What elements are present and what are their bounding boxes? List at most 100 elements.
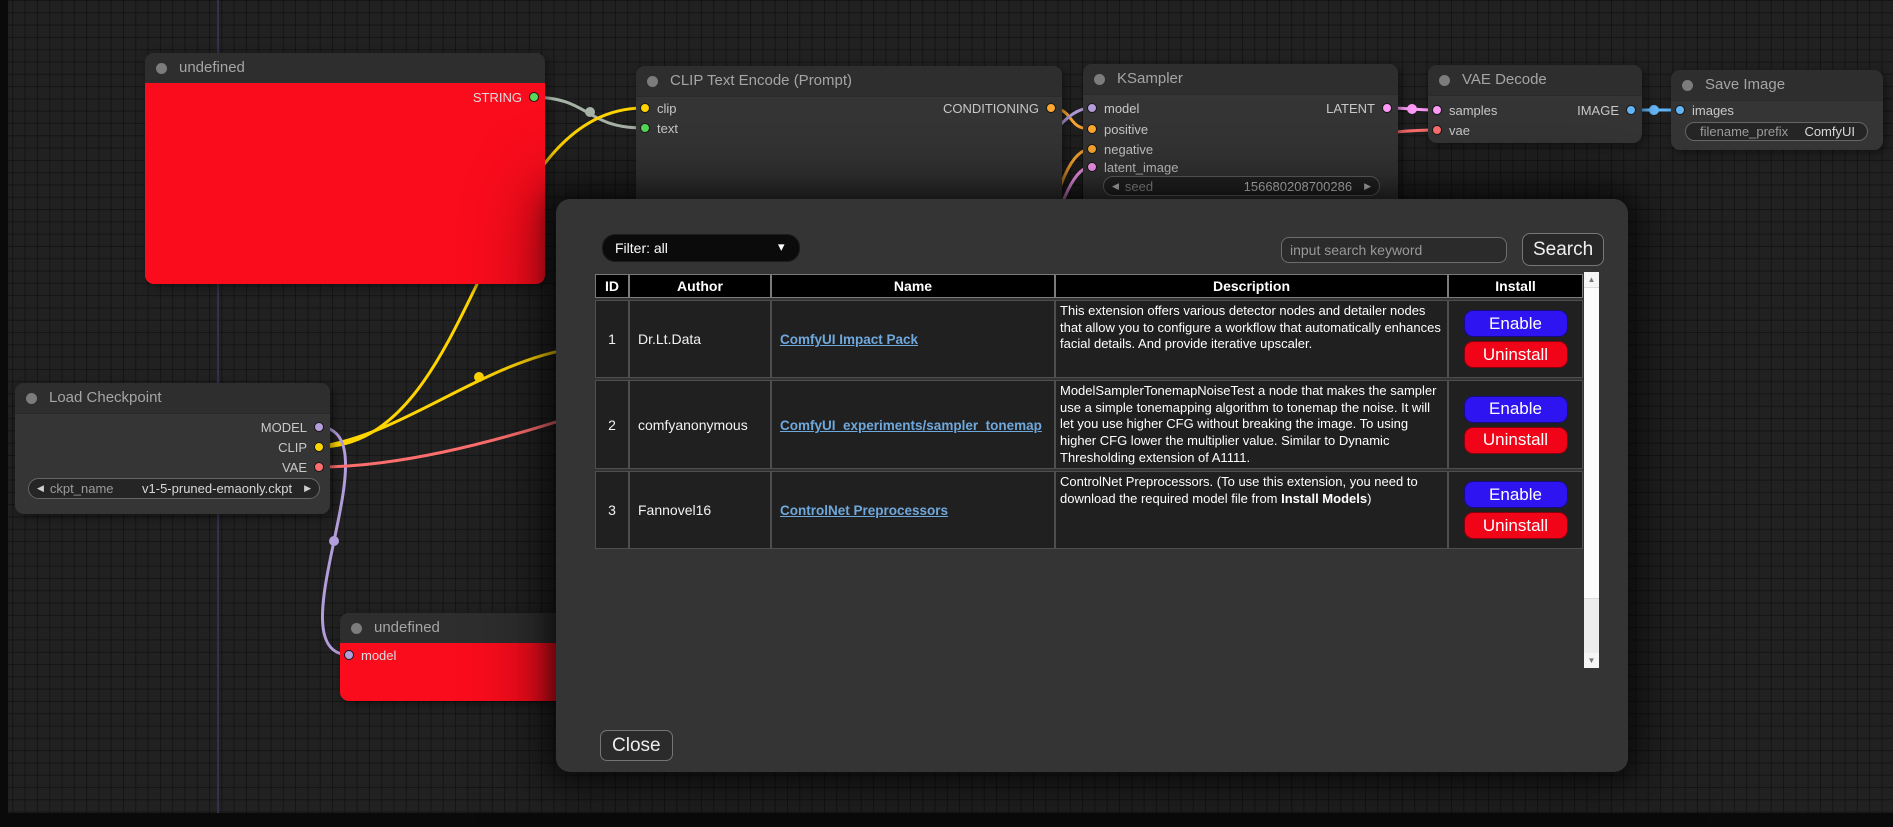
header-name: Name bbox=[771, 274, 1055, 298]
output-label-clip: CLIP bbox=[278, 440, 307, 455]
node-header[interactable]: KSampler bbox=[1083, 64, 1398, 95]
extension-row: 2 comfyanonymous ComfyUI_experiments/sam… bbox=[595, 380, 1583, 469]
decrement-arrow-icon[interactable]: ◀ bbox=[37, 483, 44, 494]
node-title: CLIP Text Encode (Prompt) bbox=[636, 66, 1062, 96]
node-collapse-dot-icon[interactable] bbox=[26, 393, 37, 404]
node-header[interactable]: CLIP Text Encode (Prompt) bbox=[636, 66, 1062, 97]
cell-author: Dr.Lt.Data bbox=[629, 300, 771, 378]
node-undefined-top[interactable]: undefined STRING bbox=[145, 53, 545, 284]
table-scrollbar[interactable]: ▲ ▼ bbox=[1584, 272, 1599, 668]
filename-prefix-widget[interactable]: filename_prefix ComfyUI bbox=[1685, 122, 1868, 141]
node-header[interactable]: VAE Decode bbox=[1428, 65, 1642, 96]
output-label-conditioning: CONDITIONING bbox=[943, 101, 1039, 116]
cell-author: comfyanonymous bbox=[629, 380, 771, 469]
graph-canvas[interactable]: undefined STRING CLIP Text Encode (Promp… bbox=[0, 0, 1893, 827]
search-button[interactable]: Search bbox=[1522, 233, 1604, 266]
node-title: Load Checkpoint bbox=[15, 383, 330, 413]
input-label-text: text bbox=[657, 121, 678, 136]
output-slot-image-dot[interactable] bbox=[1626, 105, 1636, 115]
node-title: VAE Decode bbox=[1428, 65, 1642, 95]
node-collapse-dot-icon[interactable] bbox=[1439, 75, 1450, 86]
input-slot-positive-dot[interactable] bbox=[1087, 124, 1097, 134]
output-slot-model-dot[interactable] bbox=[314, 422, 324, 432]
search-input[interactable] bbox=[1281, 237, 1507, 263]
seed-widget-label: seed bbox=[1125, 179, 1153, 194]
node-collapse-dot-icon[interactable] bbox=[1682, 80, 1693, 91]
output-slot-conditioning-dot[interactable] bbox=[1046, 103, 1056, 113]
node-vae-decode[interactable]: VAE Decode samples vae IMAGE bbox=[1428, 65, 1642, 143]
output-label-string: STRING bbox=[473, 90, 522, 105]
input-slot-text-dot[interactable] bbox=[640, 123, 650, 133]
filename-prefix-value: ComfyUI bbox=[1804, 124, 1855, 139]
extension-manager-dialog: Filter: all ▾ Search ID Author Name Desc… bbox=[556, 199, 1628, 772]
node-ksampler[interactable]: KSampler model positive negative latent_… bbox=[1083, 64, 1398, 214]
uninstall-button[interactable]: Uninstall bbox=[1464, 341, 1568, 368]
extension-link[interactable]: ControlNet Preprocessors bbox=[780, 503, 948, 518]
node-collapse-dot-icon[interactable] bbox=[647, 76, 658, 87]
link-midpoint-dot[interactable] bbox=[1649, 105, 1659, 115]
extension-row: 1 Dr.Lt.Data ComfyUI Impact Pack This ex… bbox=[595, 300, 1583, 378]
header-install: Install bbox=[1448, 274, 1583, 298]
input-label-model: model bbox=[1104, 101, 1139, 116]
node-title: KSampler bbox=[1083, 64, 1398, 94]
scrollbar-thumb[interactable] bbox=[1584, 287, 1599, 599]
close-button[interactable]: Close bbox=[600, 730, 673, 761]
link-midpoint-dot[interactable] bbox=[1407, 104, 1417, 114]
output-label-image: IMAGE bbox=[1577, 103, 1619, 118]
extension-table-body: 1 Dr.Lt.Data ComfyUI Impact Pack This ex… bbox=[595, 300, 1583, 549]
enable-button[interactable]: Enable bbox=[1464, 396, 1568, 423]
node-collapse-dot-icon[interactable] bbox=[156, 63, 167, 74]
seed-widget[interactable]: ◀ seed 156680208700286 ▶ bbox=[1103, 176, 1380, 196]
input-label-latent-image: latent_image bbox=[1104, 160, 1178, 175]
input-label-samples: samples bbox=[1449, 103, 1497, 118]
output-slot-string-dot[interactable] bbox=[529, 92, 539, 102]
output-slot-vae-dot[interactable] bbox=[314, 462, 324, 472]
link-midpoint-dot[interactable] bbox=[585, 107, 595, 117]
node-collapse-dot-icon[interactable] bbox=[351, 623, 362, 634]
input-slot-samples-dot[interactable] bbox=[1432, 105, 1442, 115]
output-label-latent: LATENT bbox=[1326, 101, 1375, 116]
input-label-vae: vae bbox=[1449, 123, 1470, 138]
extension-link[interactable]: ComfyUI_experiments/sampler_tonemap bbox=[780, 418, 1042, 433]
node-load-checkpoint[interactable]: Load Checkpoint MODEL CLIP VAE ◀ ckpt_na… bbox=[15, 383, 330, 514]
link-midpoint-dot[interactable] bbox=[474, 372, 484, 382]
node-clip-text-encode[interactable]: CLIP Text Encode (Prompt) clip text COND… bbox=[636, 66, 1062, 220]
cell-description: ModelSamplerTonemapNoiseTest a node that… bbox=[1055, 380, 1448, 469]
node-header[interactable]: Load Checkpoint bbox=[15, 383, 330, 414]
filter-select[interactable]: Filter: all bbox=[602, 234, 800, 262]
input-slot-vae-dot[interactable] bbox=[1432, 125, 1442, 135]
seed-widget-value: 156680208700286 bbox=[1244, 179, 1352, 194]
uninstall-button[interactable]: Uninstall bbox=[1464, 512, 1568, 539]
input-slot-clip-dot[interactable] bbox=[640, 103, 650, 113]
ckpt-name-widget[interactable]: ◀ ckpt_name v1-5-pruned-emaonly.ckpt ▶ bbox=[28, 478, 320, 499]
output-slot-latent-dot[interactable] bbox=[1382, 103, 1392, 113]
input-slot-latent-image-dot[interactable] bbox=[1087, 162, 1097, 172]
input-slot-model-dot[interactable] bbox=[1087, 103, 1097, 113]
enable-button[interactable]: Enable bbox=[1464, 481, 1568, 508]
node-save-image[interactable]: Save Image images filename_prefix ComfyU… bbox=[1671, 70, 1883, 150]
table-header-row: ID Author Name Description Install bbox=[595, 274, 1583, 298]
cell-id: 3 bbox=[595, 471, 629, 549]
uninstall-button[interactable]: Uninstall bbox=[1464, 427, 1568, 454]
node-collapse-dot-icon[interactable] bbox=[1094, 74, 1105, 85]
input-slot-model-dot[interactable] bbox=[344, 650, 354, 660]
enable-button[interactable]: Enable bbox=[1464, 310, 1568, 337]
extension-table: ID Author Name Description Install 1 Dr.… bbox=[595, 272, 1583, 551]
node-header[interactable]: Save Image bbox=[1671, 70, 1883, 101]
input-slot-images-dot[interactable] bbox=[1675, 105, 1685, 115]
output-slot-clip-dot[interactable] bbox=[314, 442, 324, 452]
increment-arrow-icon[interactable]: ▶ bbox=[304, 483, 311, 494]
scroll-up-icon[interactable]: ▲ bbox=[1584, 272, 1599, 287]
extension-link[interactable]: ComfyUI Impact Pack bbox=[780, 332, 918, 347]
cell-install: Enable Uninstall bbox=[1448, 300, 1583, 378]
input-slot-negative-dot[interactable] bbox=[1087, 144, 1097, 154]
ckpt-name-label: ckpt_name bbox=[50, 481, 114, 496]
decrement-arrow-icon[interactable]: ◀ bbox=[1112, 181, 1119, 192]
filename-prefix-label: filename_prefix bbox=[1700, 124, 1788, 139]
node-header[interactable]: undefined bbox=[145, 53, 545, 84]
output-label-model: MODEL bbox=[261, 420, 307, 435]
scroll-down-icon[interactable]: ▼ bbox=[1584, 653, 1599, 668]
link-midpoint-dot[interactable] bbox=[329, 536, 339, 546]
input-label-positive: positive bbox=[1104, 122, 1148, 137]
increment-arrow-icon[interactable]: ▶ bbox=[1364, 181, 1371, 192]
